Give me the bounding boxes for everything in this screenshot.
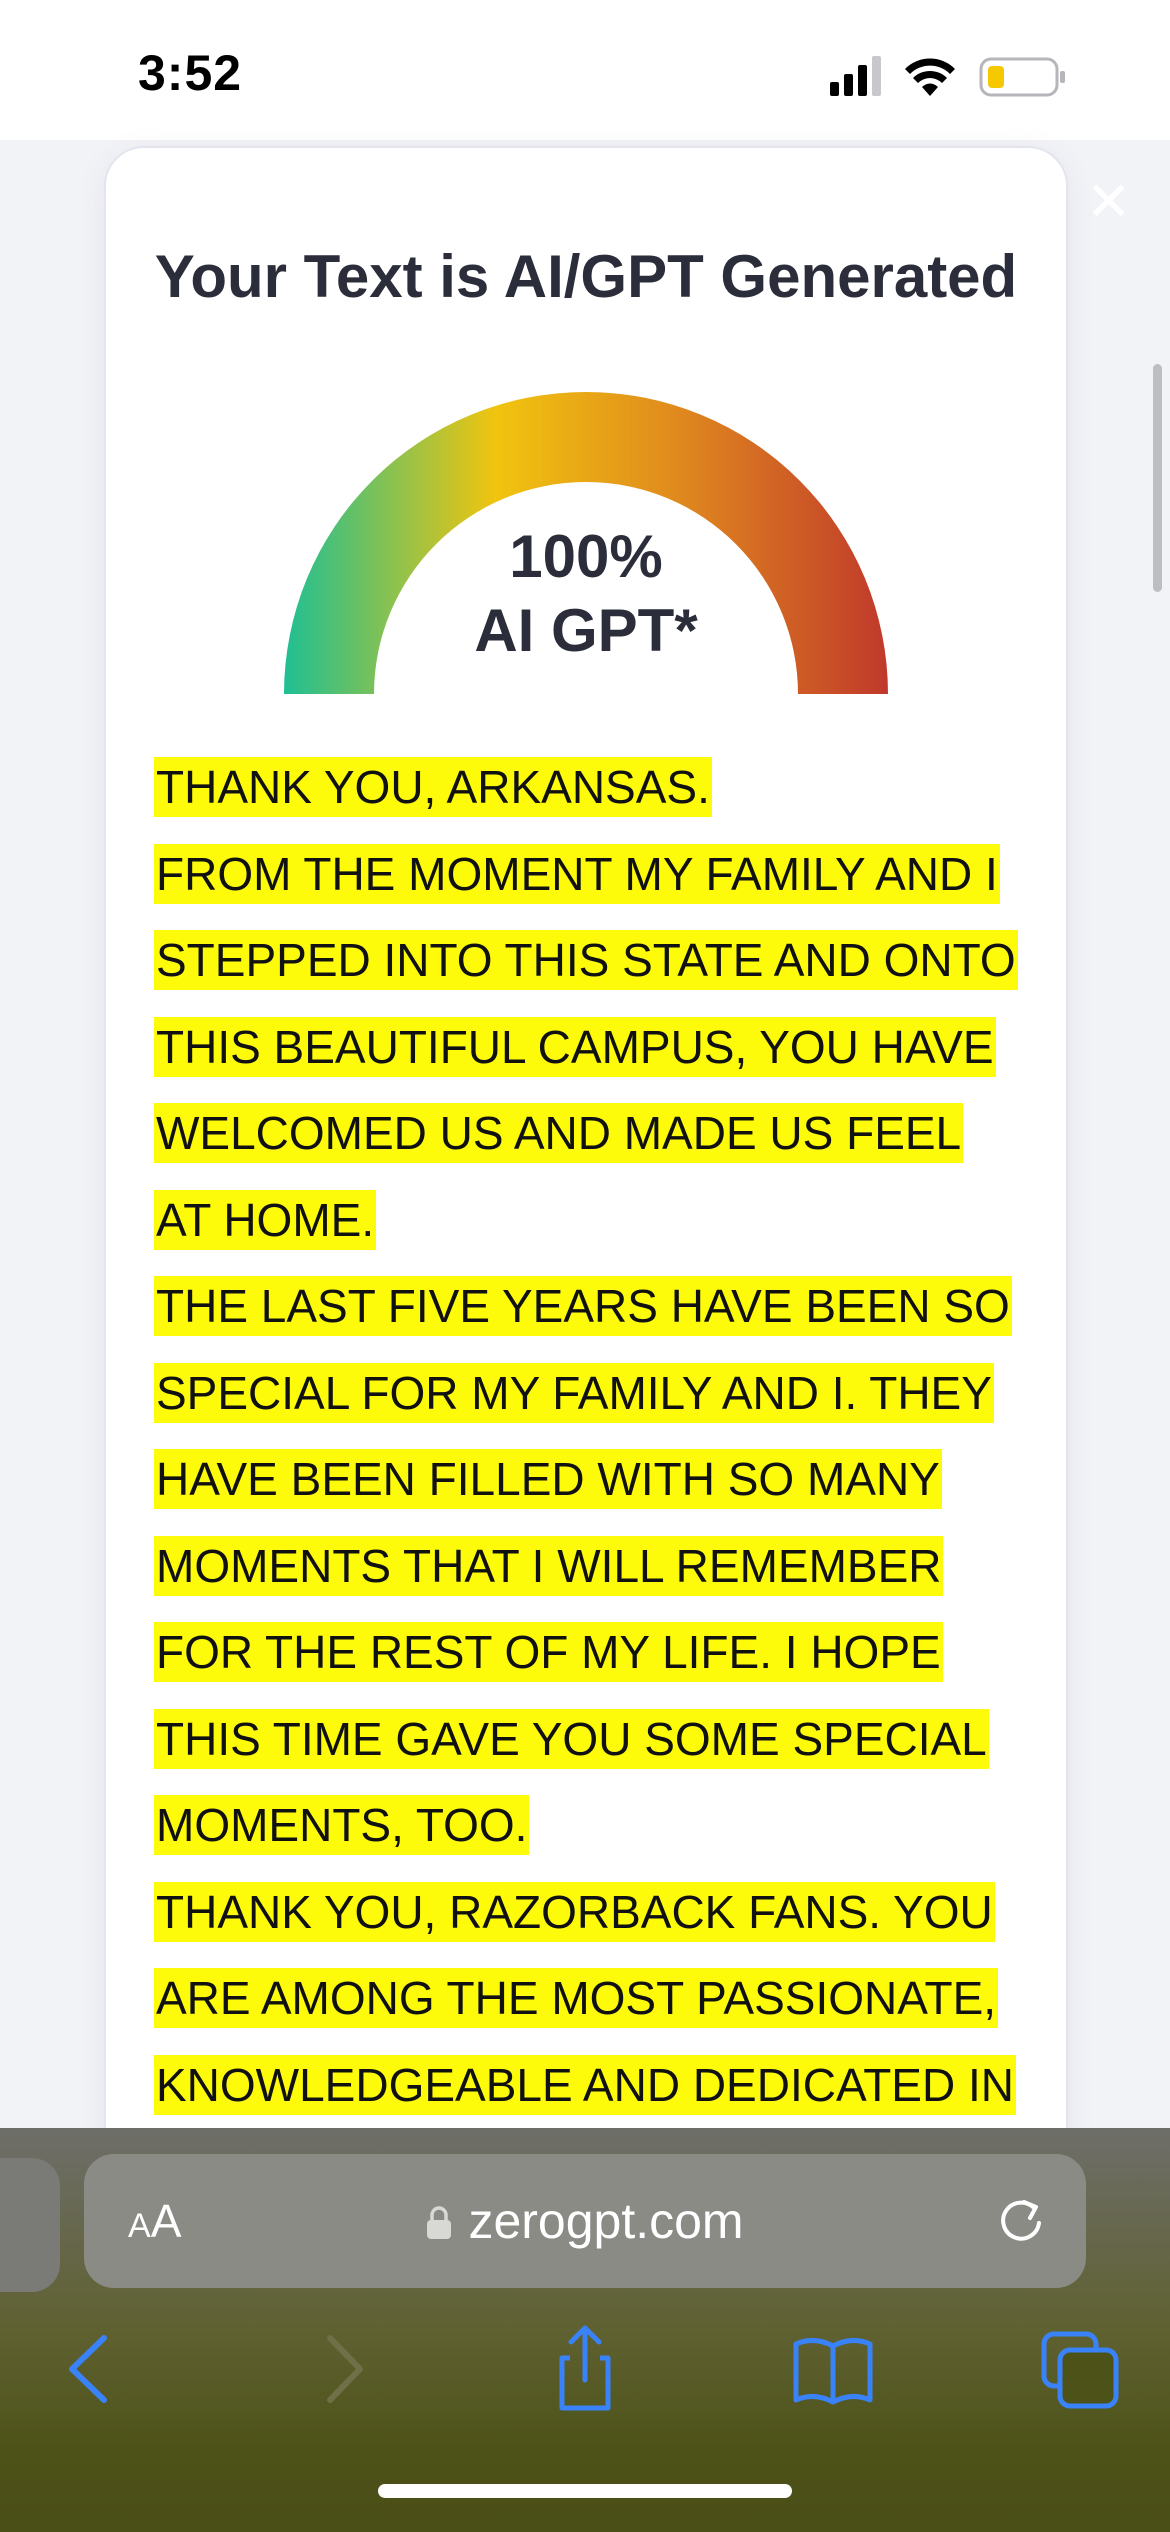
gauge-percent: 100%: [509, 523, 663, 590]
chevron-left-icon[interactable]: [44, 2324, 134, 2414]
text-line: SPECIAL FOR MY FAMILY AND I. THEY: [154, 1350, 1034, 1437]
text-line: THIS TIME GAVE YOU SOME SPECIAL: [154, 1696, 1034, 1783]
battery-icon: [979, 57, 1065, 97]
browser-toolbar: AA zerogpt.com: [0, 2128, 1170, 2532]
text-line: THE LAST FIVE YEARS HAVE BEEN SO: [154, 1263, 1034, 1350]
tabs-icon[interactable]: [1036, 2324, 1126, 2414]
gauge-label: AI GPT*: [474, 597, 698, 664]
text-line: FROM THE MOMENT MY FAMILY AND I: [154, 831, 1034, 918]
cellular-signal-icon: [830, 56, 881, 96]
text-line: HAVE BEEN FILLED WITH SO MANY: [154, 1436, 1034, 1523]
text-line: MOMENTS THAT I WILL REMEMBER: [154, 1523, 1034, 1610]
text-line: STEPPED INTO THIS STATE AND ONTO: [154, 917, 1034, 1004]
scroll-indicator[interactable]: [1153, 364, 1162, 592]
wifi-icon: [905, 58, 955, 96]
url-text: zerogpt.com: [468, 2193, 744, 2249]
reload-icon[interactable]: [994, 2194, 1048, 2248]
share-icon[interactable]: [540, 2324, 630, 2414]
analyzed-text: THANK YOU, ARKANSAS. FROM THE MOMENT MY …: [154, 744, 1034, 2128]
result-card: Your Text is AI/GPT Generated 100% AI GP…: [104, 146, 1068, 2250]
status-bar: 3:52: [0, 0, 1170, 140]
browser-nav-row: [0, 2324, 1170, 2434]
address-bar[interactable]: AA zerogpt.com: [84, 2154, 1086, 2288]
close-modal-button[interactable]: ✕: [1086, 175, 1131, 229]
result-title: Your Text is AI/GPT Generated: [154, 243, 1018, 310]
status-time: 3:52: [138, 45, 243, 101]
text-line: THIS BEAUTIFUL CAMPUS, YOU HAVE: [154, 1004, 1034, 1091]
text-line: MOMENTS, TOO.: [154, 1782, 1034, 1869]
book-icon[interactable]: [788, 2324, 878, 2414]
text-line: AT HOME.: [154, 1177, 1034, 1264]
text-line: FOR THE REST OF MY LIFE. I HOPE: [154, 1609, 1034, 1696]
text-line: THANK YOU, ARKANSAS.: [154, 744, 1034, 831]
previous-tab-stub[interactable]: [0, 2158, 60, 2292]
url-display[interactable]: zerogpt.com: [84, 2192, 1086, 2250]
chevron-right-icon[interactable]: [298, 2324, 388, 2414]
home-indicator[interactable]: [378, 2484, 792, 2498]
text-line: ARE AMONG THE MOST PASSIONATE,: [154, 1955, 1034, 2042]
lock-icon: [427, 2206, 452, 2239]
text-line: THANK YOU, RAZORBACK FANS. YOU: [154, 1869, 1034, 1956]
status-icons: [830, 56, 1065, 97]
text-line: KNOWLEDGEABLE AND DEDICATED IN: [154, 2042, 1034, 2129]
text-line: WELCOMED US AND MADE US FEEL: [154, 1090, 1034, 1177]
